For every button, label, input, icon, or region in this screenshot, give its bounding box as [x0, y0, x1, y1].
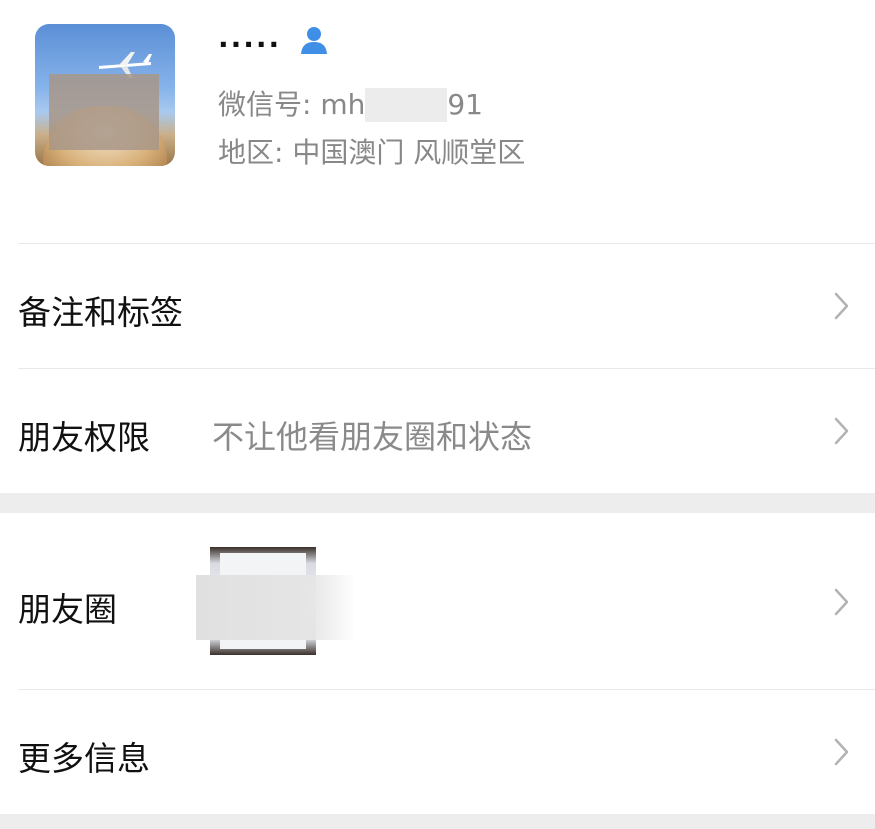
wechat-id-prefix: 微信号: mh: [218, 88, 366, 121]
wechat-id: 微信号: mh 91: [218, 88, 483, 122]
section-gap: [0, 814, 875, 829]
wechat-id-suffix: 91: [447, 88, 483, 121]
row-remarks-tags[interactable]: 备注和标签: [0, 244, 875, 368]
chevron-right-icon: [834, 738, 849, 766]
row-label: 朋友圈: [18, 590, 117, 629]
blurred-region: [49, 74, 159, 150]
chevron-right-icon: [834, 588, 849, 616]
row-more-info[interactable]: 更多信息: [0, 690, 875, 814]
row-value: 不让他看朋友圈和状态: [212, 418, 533, 456]
blurred-region: [196, 575, 356, 640]
row-label: 备注和标签: [18, 293, 183, 332]
row-friend-permissions[interactable]: 朋友权限 不让他看朋友圈和状态: [0, 369, 875, 493]
row-moments[interactable]: 朋友圈: [0, 513, 875, 689]
chevron-right-icon: [834, 417, 849, 445]
nickname: ·····: [218, 28, 282, 61]
region: 地区: 中国澳门 风顺堂区: [218, 136, 526, 169]
redaction-mask: [365, 88, 448, 122]
row-label: 朋友权限: [18, 418, 150, 457]
section-gap: [0, 493, 875, 513]
avatar[interactable]: [35, 24, 175, 166]
profile-header: ····· 微信号: mh 91 地区: 中国澳门 风顺堂区: [0, 0, 875, 243]
chevron-right-icon: [834, 292, 849, 320]
row-label: 更多信息: [18, 739, 150, 778]
person-icon: [301, 27, 327, 54]
